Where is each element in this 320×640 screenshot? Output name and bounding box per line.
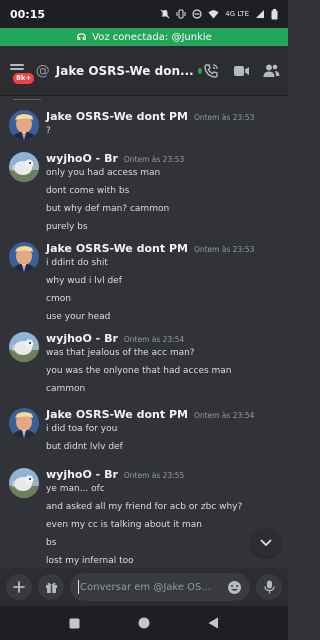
notification-muted-icon — [160, 9, 170, 19]
vibrate-icon — [176, 9, 186, 19]
gift-icon — [45, 582, 57, 593]
message-meta: wyjhoO - Br Ontem às 23:55 — [46, 468, 184, 481]
message-text: bs — [46, 538, 57, 548]
voice-connected-icon — [77, 32, 86, 40]
gift-button[interactable] — [38, 574, 64, 600]
message-author[interactable]: Jake OSRS-We dont PM — [46, 110, 188, 123]
message-input-wrapper — [70, 573, 250, 601]
message-text: use your head — [46, 312, 111, 322]
jake-avatar[interactable] — [9, 242, 39, 272]
message-timestamp: Ontem às 23:54 — [193, 411, 255, 420]
message-text: even my cc is talking about it man — [46, 520, 202, 530]
jump-to-present-button[interactable] — [252, 529, 280, 557]
wyjhoo-avatar[interactable] — [9, 152, 39, 182]
voice-connected-bar[interactable]: Voz conectada: @Junkie — [0, 28, 288, 46]
message-meta: Jake OSRS-We dont PM Ontem às 23:53 — [46, 110, 254, 123]
voice-call-button[interactable] — [202, 62, 220, 80]
wifi-icon — [208, 10, 219, 19]
message-author[interactable]: wyjhoO - Br — [46, 468, 118, 481]
message-text: i ddint do shit — [46, 258, 108, 268]
members-icon — [263, 64, 279, 77]
plus-icon — [13, 581, 25, 593]
emoji-icon[interactable] — [227, 580, 242, 595]
message-text: but why def man? cammon — [46, 204, 170, 214]
microphone-icon — [263, 580, 275, 594]
phone-call-icon — [204, 63, 218, 78]
message-meta: Jake OSRS-We dont PM Ontem às 23:54 — [46, 408, 254, 421]
header-actions — [202, 62, 280, 80]
voice-message-button[interactable] — [256, 574, 282, 600]
message-author[interactable]: Jake OSRS-We dont PM — [46, 242, 188, 255]
message-author[interactable]: wyjhoO - Br — [46, 332, 118, 345]
message-meta: wyjhoO - Br Ontem às 23:53 — [46, 152, 184, 165]
members-button[interactable] — [262, 62, 280, 80]
message-timestamp: Ontem às 23:55 — [123, 471, 185, 480]
message-text: was that jealous of the acc man? — [46, 348, 195, 358]
message-text: cammon — [46, 384, 86, 394]
message-text: i did toa for you — [46, 424, 118, 434]
message-text: but didnt lvlv def — [46, 442, 123, 452]
chevron-down-icon — [260, 539, 272, 546]
message-text: purely bs — [46, 222, 88, 232]
message-text: ? — [46, 126, 51, 136]
message-timestamp: Ontem às 23:54 — [123, 335, 185, 344]
message-meta: Jake OSRS-We dont PM Ontem às 23:53 — [46, 242, 254, 255]
message-text: lost my infernal too — [46, 556, 134, 566]
message-text: cmon — [46, 294, 71, 304]
text-caret — [78, 580, 79, 594]
channel-title[interactable]: Jake OSRS-We don... — [56, 64, 194, 78]
home-icon[interactable] — [138, 617, 150, 629]
status-icons: 4G LTE — [160, 8, 278, 20]
voice-connected-text: Voz conectada: @Junkie — [92, 31, 212, 43]
message-text: you was the onlyone that had acces man — [46, 366, 232, 376]
message-timestamp: Ontem às 23:53 — [123, 155, 185, 164]
status-bar: 00:15 4G LTE — [0, 0, 288, 28]
message-text: why wud i lvl def — [46, 276, 122, 286]
wyjhoo-avatar[interactable] — [9, 332, 39, 362]
message-timestamp: Ontem às 23:53 — [193, 113, 255, 122]
jake-avatar[interactable] — [9, 408, 39, 438]
message-list[interactable]: Jake OSRS-We dont PM Ontem às 23:53? wyjho… — [0, 96, 288, 568]
dnd-icon — [192, 9, 202, 19]
back-icon[interactable] — [208, 617, 219, 629]
message-text: dont come with bs — [46, 186, 130, 196]
status-time: 00:15 — [10, 7, 46, 21]
message-text: ye man... ofc — [46, 484, 105, 494]
message-meta: wyjhoO - Br Ontem às 23:54 — [46, 332, 184, 345]
message-timestamp: Ontem às 23:53 — [193, 245, 255, 254]
system-nav-bar — [0, 606, 288, 640]
unread-badge: 8k+ — [12, 71, 36, 85]
video-camera-icon — [233, 65, 249, 76]
battery-icon — [271, 8, 278, 19]
jake-avatar[interactable] — [9, 110, 39, 140]
channel-header: 8k+ @ Jake OSRS-We don... — [0, 46, 288, 96]
menu-button[interactable]: 8k+ — [8, 60, 36, 85]
wyjhoo-avatar[interactable] — [9, 468, 39, 498]
message-text: only you had access man — [46, 168, 161, 178]
message-text: and asked all my friend for acb or zbc w… — [46, 502, 243, 512]
attach-button[interactable] — [6, 574, 32, 600]
video-call-button[interactable] — [232, 62, 250, 80]
signal-icon — [256, 10, 264, 18]
message-author[interactable]: Jake OSRS-We dont PM — [46, 408, 188, 421]
previous-avatar-fragment — [12, 96, 42, 100]
message-input[interactable] — [80, 581, 227, 593]
network-label: 4G LTE — [225, 10, 249, 18]
recents-icon[interactable] — [69, 618, 80, 629]
message-composer — [0, 568, 288, 606]
message-author[interactable]: wyjhoO - Br — [46, 152, 118, 165]
at-icon: @ — [35, 62, 50, 79]
